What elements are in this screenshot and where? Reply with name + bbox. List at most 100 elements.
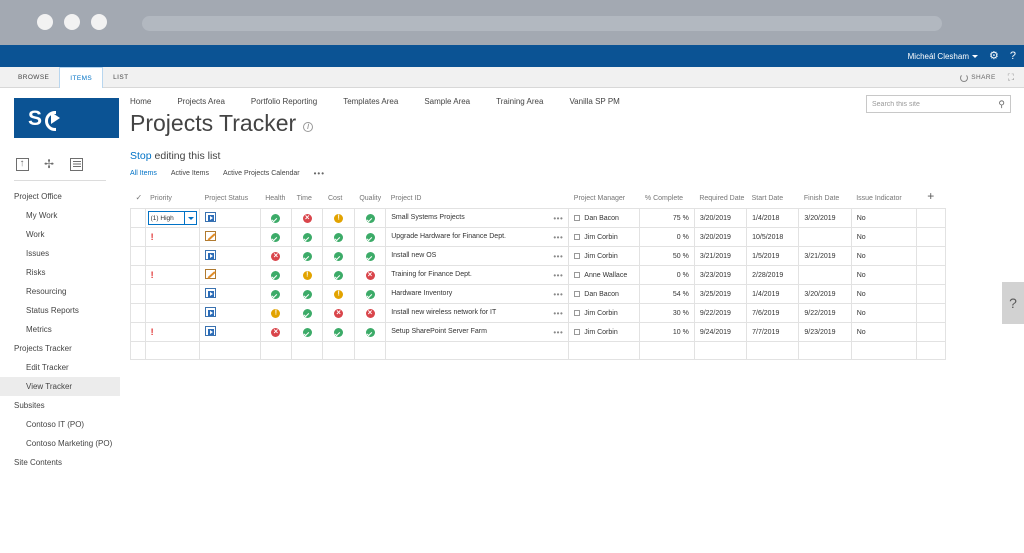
minimize-window-button[interactable] [64, 14, 80, 30]
new-item-cell[interactable] [640, 342, 694, 360]
sidebar-item-view-tracker[interactable]: View Tracker [0, 377, 120, 396]
cell-priority[interactable]: ! [145, 266, 199, 285]
table-row[interactable]: ! Training for Finance Dept.•••Anne Walla… [131, 266, 946, 285]
view-more-ellipsis[interactable]: ••• [314, 169, 325, 178]
sidebar-item-status-reports[interactable]: Status Reports [0, 301, 120, 320]
table-row[interactable]: (1) HighSmall Systems Projects•••Dan Bac… [131, 209, 946, 228]
row-menu-ellipsis[interactable]: ••• [553, 271, 563, 280]
cell-health[interactable] [260, 266, 291, 285]
move-icon[interactable]: ✢ [41, 156, 57, 172]
cell-health[interactable] [260, 304, 291, 323]
new-item-cell[interactable] [292, 342, 323, 360]
sidebar-item-edit-tracker[interactable]: Edit Tracker [0, 358, 120, 377]
table-row[interactable]: Install new OS•••Jim Corbin50 %3/21/2019… [131, 247, 946, 266]
search-icon[interactable]: ⚲ [998, 99, 1005, 110]
url-bar[interactable] [142, 16, 942, 31]
new-item-cell[interactable] [323, 342, 354, 360]
cell-percent-complete[interactable]: 75 % [640, 209, 694, 228]
view-tab-all-items[interactable]: All Items [130, 170, 157, 177]
cell-health[interactable] [260, 285, 291, 304]
cell-finish-date[interactable]: 3/20/2019 [799, 285, 851, 304]
search-box[interactable]: ⚲ [866, 95, 1011, 113]
add-column-header[interactable]: + [916, 188, 945, 209]
cell-issue-indicator[interactable]: No [851, 323, 916, 342]
row-menu-ellipsis[interactable]: ••• [553, 328, 563, 337]
cell-issue-indicator[interactable]: No [851, 304, 916, 323]
cell-percent-complete[interactable]: 50 % [640, 247, 694, 266]
cell-time[interactable] [292, 323, 323, 342]
cell-percent-complete[interactable]: 0 % [640, 228, 694, 247]
cell-project-manager[interactable]: Anne Wallace [569, 266, 640, 285]
cell-project-id[interactable]: Training for Finance Dept.••• [386, 266, 569, 285]
gear-icon[interactable]: ⚙ [989, 51, 999, 62]
table-row[interactable]: Install new wireless network for IT•••Ji… [131, 304, 946, 323]
column-header-health[interactable]: Health [260, 188, 291, 209]
cell-project-manager[interactable]: Jim Corbin [569, 228, 640, 247]
maximize-window-button[interactable] [91, 14, 107, 30]
new-item-cell[interactable] [747, 342, 799, 360]
view-tab-active-items[interactable]: Active Items [171, 170, 209, 177]
column-header-cost[interactable]: Cost [323, 188, 354, 209]
cell-percent-complete[interactable]: 30 % [640, 304, 694, 323]
cell-start-date[interactable]: 2/28/2019 [747, 266, 799, 285]
column-header-quality[interactable]: Quality [354, 188, 385, 209]
cell-finish-date[interactable] [799, 266, 851, 285]
column-header-priority[interactable]: Priority [145, 188, 199, 209]
ribbon-tab-items[interactable]: ITEMS [59, 67, 103, 88]
cell-quality[interactable] [354, 266, 385, 285]
cell-start-date[interactable]: 1/4/2018 [747, 209, 799, 228]
chevron-down-icon[interactable] [184, 212, 196, 224]
cell-issue-indicator[interactable]: No [851, 228, 916, 247]
cell-cost[interactable] [323, 304, 354, 323]
sidebar-item-metrics[interactable]: Metrics [0, 320, 120, 339]
cell-project-manager[interactable]: Jim Corbin [569, 304, 640, 323]
cell-cost[interactable] [323, 228, 354, 247]
cell-start-date[interactable]: 1/4/2019 [747, 285, 799, 304]
cell-percent-complete[interactable]: 0 % [640, 266, 694, 285]
cell-quality[interactable] [354, 247, 385, 266]
column-header-required-date[interactable]: Required Date [694, 188, 746, 209]
new-item-cell[interactable] [260, 342, 291, 360]
sharepoint-logo[interactable]: S [14, 98, 119, 138]
sidebar-item-site-contents[interactable]: Site Contents [0, 453, 120, 472]
row-select-cell[interactable] [131, 209, 146, 228]
share-button[interactable]: SHARE [960, 74, 995, 82]
top-nav-item-vanilla-sp-pm[interactable]: Vanilla SP PM [569, 97, 619, 106]
cell-quality[interactable] [354, 209, 385, 228]
sidebar-item-resourcing[interactable]: Resourcing [0, 282, 120, 301]
select-all-icon[interactable]: ✓ [136, 193, 143, 202]
new-item-cell[interactable] [694, 342, 746, 360]
cell-cost[interactable] [323, 266, 354, 285]
cell-cost[interactable] [323, 323, 354, 342]
cell-project-status[interactable] [200, 247, 261, 266]
cell-time[interactable] [292, 247, 323, 266]
cell-project-status[interactable] [200, 304, 261, 323]
cell-required-date[interactable]: 3/21/2019 [694, 247, 746, 266]
cell-priority[interactable]: ! [145, 228, 199, 247]
cell-health[interactable] [260, 209, 291, 228]
close-window-button[interactable] [37, 14, 53, 30]
cell-issue-indicator[interactable]: No [851, 266, 916, 285]
row-select-cell[interactable] [131, 228, 146, 247]
cell-cost[interactable] [323, 209, 354, 228]
cell-time[interactable] [292, 266, 323, 285]
cell-required-date[interactable]: 9/22/2019 [694, 304, 746, 323]
cell-project-status[interactable] [200, 266, 261, 285]
cell-quality[interactable] [354, 228, 385, 247]
cell-project-status[interactable] [200, 209, 261, 228]
new-item-cell[interactable] [145, 342, 199, 360]
cell-percent-complete[interactable]: 10 % [640, 323, 694, 342]
sidebar-item-my-work[interactable]: My Work [0, 206, 120, 225]
cell-start-date[interactable]: 7/7/2019 [747, 323, 799, 342]
cell-finish-date[interactable]: 9/23/2019 [799, 323, 851, 342]
cell-issue-indicator[interactable]: No [851, 209, 916, 228]
cell-start-date[interactable]: 1/5/2019 [747, 247, 799, 266]
cell-start-date[interactable]: 7/6/2019 [747, 304, 799, 323]
table-row[interactable]: !Setup SharePoint Server Farm•••Jim Corb… [131, 323, 946, 342]
sidebar-item-contoso-it[interactable]: Contoso IT (PO) [0, 415, 120, 434]
row-menu-ellipsis[interactable]: ••• [553, 290, 563, 299]
question-icon[interactable]: ? [1010, 51, 1016, 62]
row-menu-ellipsis[interactable]: ••• [553, 252, 563, 261]
top-nav-item-templates-area[interactable]: Templates Area [343, 97, 398, 106]
cell-required-date[interactable]: 3/25/2019 [694, 285, 746, 304]
